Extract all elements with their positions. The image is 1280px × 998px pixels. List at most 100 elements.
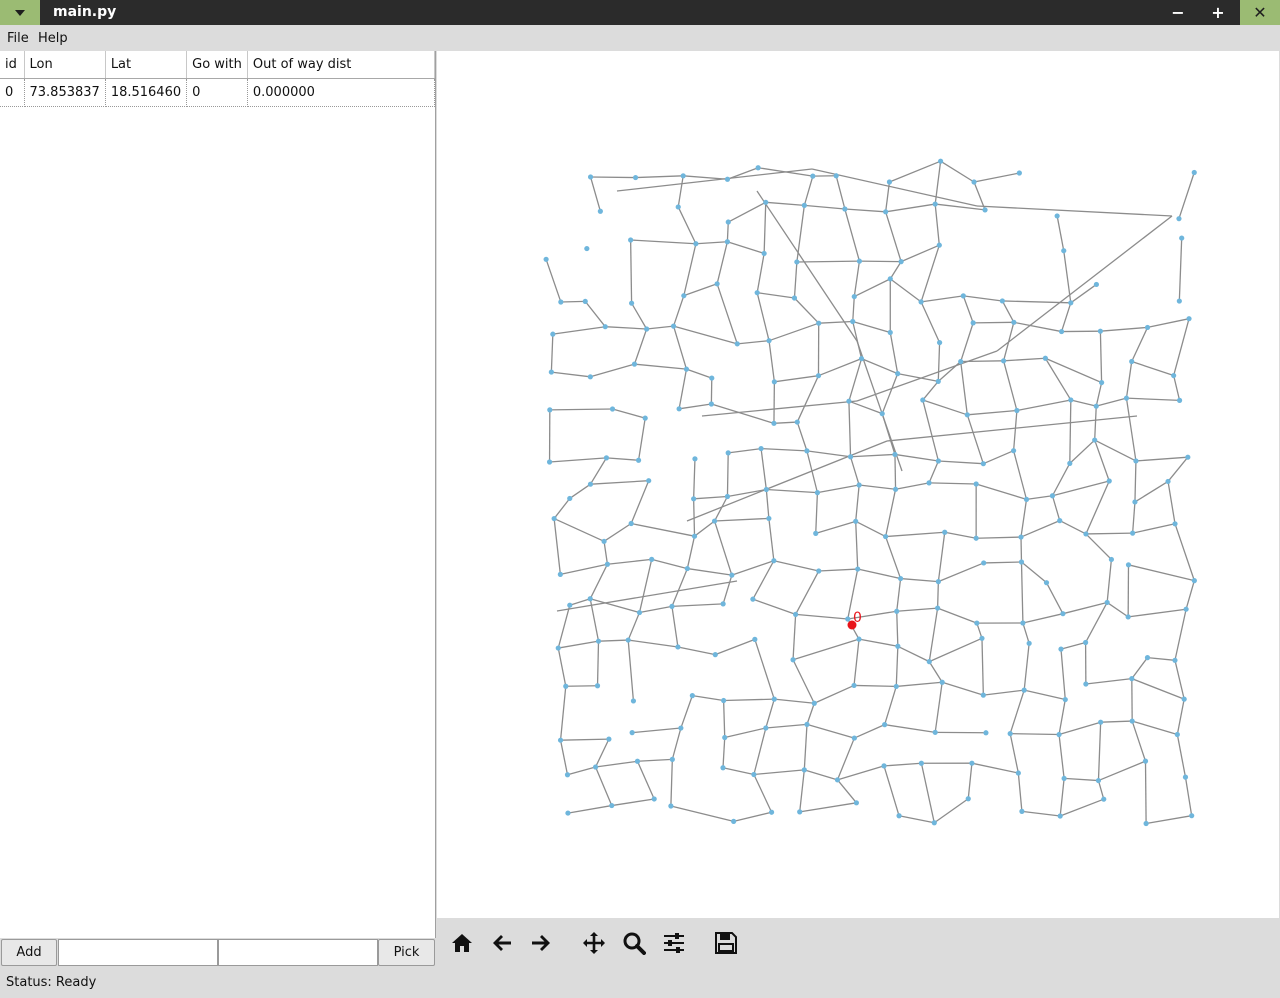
road-node — [635, 457, 642, 463]
road-node — [810, 173, 816, 179]
column-header-go-with[interactable]: Go with — [186, 51, 248, 79]
close-button[interactable]: ✕ — [1240, 0, 1280, 25]
road-edge — [960, 361, 968, 415]
road-node — [557, 737, 564, 743]
road-edge — [889, 278, 922, 303]
column-header-out-of-way-dist[interactable]: Out of way dist — [247, 51, 436, 79]
road-node — [758, 445, 764, 452]
road-edge — [549, 408, 613, 411]
cell-id[interactable]: 0 — [0, 78, 25, 107]
road-edge — [1070, 399, 1097, 407]
road-node — [804, 721, 810, 727]
road-node — [683, 366, 690, 372]
road-edge — [686, 536, 696, 569]
menu-help[interactable]: Help — [38, 31, 68, 46]
road-node — [816, 320, 822, 326]
road-node — [709, 375, 715, 381]
road-node — [926, 659, 932, 665]
cell-go-with[interactable]: 0 — [186, 78, 248, 107]
maximize-button[interactable]: + — [1198, 0, 1238, 25]
road-network-map[interactable]: 0 — [437, 51, 1279, 918]
road-node — [721, 697, 727, 704]
road-node — [548, 369, 554, 375]
road-edge — [1131, 678, 1185, 700]
forward-arrow-icon[interactable] — [527, 929, 555, 957]
add-button[interactable]: Add — [1, 939, 57, 966]
road-nodes — [543, 158, 1197, 827]
road-edge — [1106, 559, 1113, 603]
road-edge — [727, 488, 767, 498]
road-node — [883, 533, 889, 540]
road-edge — [934, 203, 940, 246]
cell-lat[interactable]: 18.516460 — [105, 78, 188, 107]
road-edge — [756, 253, 765, 293]
configure-subplots-icon[interactable] — [660, 929, 688, 957]
column-header-lon[interactable]: Lon — [24, 51, 106, 79]
road-node — [1057, 813, 1063, 819]
road-node — [642, 415, 648, 421]
road-edge — [590, 480, 649, 485]
road-edge — [651, 558, 688, 570]
home-icon[interactable] — [448, 929, 476, 957]
road-edge — [976, 536, 1022, 539]
road-edge — [929, 482, 977, 485]
road-edge — [806, 723, 855, 739]
road-node — [564, 772, 571, 778]
road-edge — [638, 559, 653, 613]
road-edge — [889, 332, 899, 374]
road-edge — [1060, 302, 1072, 332]
road-edge — [1131, 501, 1136, 534]
road-edge — [1174, 660, 1185, 700]
road-edge — [629, 240, 633, 304]
column-header-lat[interactable]: Lat — [105, 51, 188, 79]
road-node — [1058, 646, 1064, 652]
road-edge — [1013, 321, 1062, 333]
zoom-icon[interactable] — [620, 929, 648, 957]
road-node — [587, 374, 593, 380]
back-arrow-icon[interactable] — [488, 929, 516, 957]
road-edge — [1045, 357, 1102, 384]
road-node — [1099, 379, 1105, 386]
road-edge — [1021, 561, 1047, 584]
road-edge — [557, 605, 571, 649]
road-edge — [737, 340, 770, 345]
road-edge — [603, 541, 609, 565]
road-node — [794, 259, 800, 265]
lon-input[interactable] — [58, 939, 218, 966]
road-node — [606, 736, 612, 742]
road-edge — [773, 421, 798, 424]
road-edge — [1178, 172, 1195, 219]
cell-lon[interactable]: 73.853837 — [24, 78, 106, 107]
pick-button[interactable]: Pick — [378, 939, 435, 966]
road-node — [1014, 407, 1020, 414]
road-edge — [1045, 582, 1064, 614]
map-canvas[interactable]: 0 — [437, 51, 1279, 918]
table-row[interactable]: 0 73.853837 18.516460 0 0.000000 — [0, 78, 436, 107]
road-node — [886, 179, 893, 185]
road-edge — [1052, 480, 1110, 497]
road-node — [557, 571, 563, 577]
lat-input[interactable] — [218, 939, 378, 966]
road-edge — [884, 686, 897, 725]
road-edge — [616, 168, 813, 192]
road-edge — [723, 698, 775, 702]
road-edge — [692, 694, 724, 702]
road-node — [1018, 559, 1025, 565]
road-node — [801, 202, 807, 208]
road-edge — [686, 368, 712, 379]
road-node — [681, 293, 687, 299]
road-node — [793, 611, 799, 617]
save-icon[interactable] — [712, 929, 740, 957]
cell-out-of-way-dist[interactable]: 0.000000 — [247, 78, 436, 107]
road-edge — [1064, 777, 1099, 782]
column-header-id[interactable]: id — [0, 51, 25, 79]
window-menu-button[interactable] — [0, 0, 40, 25]
minimize-button[interactable]: − — [1158, 0, 1198, 25]
road-edge — [679, 403, 712, 410]
pan-icon[interactable] — [580, 929, 608, 957]
road-node — [595, 638, 602, 644]
road-node — [1060, 611, 1066, 617]
menu-file[interactable]: File — [7, 31, 29, 46]
road-edge — [922, 399, 968, 416]
road-edge — [844, 208, 886, 213]
